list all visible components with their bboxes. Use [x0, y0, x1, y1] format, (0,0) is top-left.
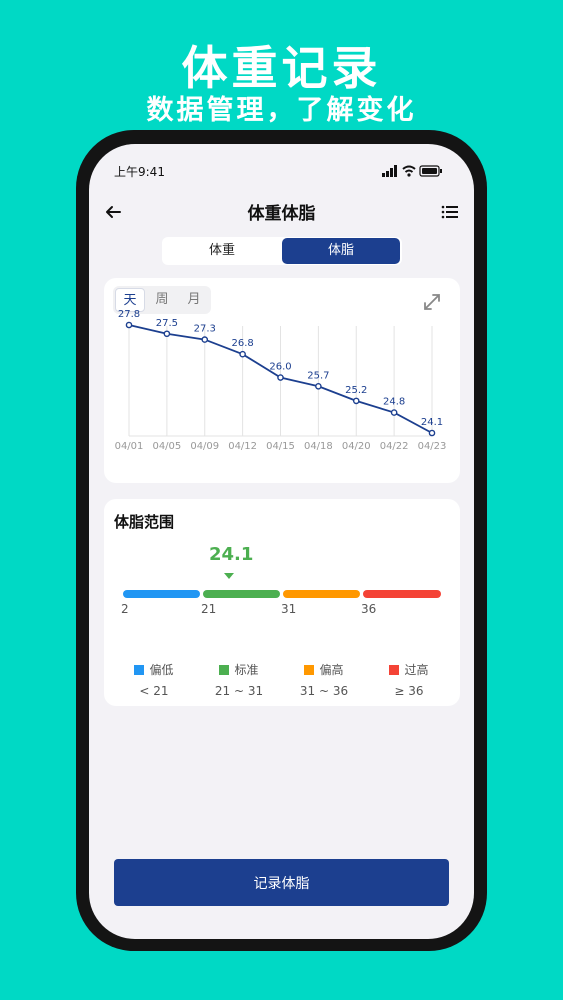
legend-swatch-icon — [304, 664, 315, 675]
legend-range: ≥ 36 — [394, 684, 424, 698]
data-point — [352, 397, 360, 405]
legend-label: 偏低 — [149, 663, 174, 677]
line-chart: 27.8 04/01 27.5 04/05 27.3 04/09 26.8 04/12 26.0… — [115, 309, 447, 452]
x-tick-label: 04/01 — [115, 441, 144, 452]
x-tick-label: 04/05 — [152, 441, 181, 452]
x-tick-label: 04/22 — [380, 441, 409, 452]
range-bar-normal — [203, 590, 280, 598]
legend-label: 偏高 — [319, 663, 344, 677]
status-time: 上午9:41 — [114, 165, 165, 179]
data-point — [428, 429, 436, 437]
legend-range: < 21 — [139, 684, 169, 698]
list-icon[interactable] — [440, 202, 460, 222]
data-point — [315, 382, 322, 390]
legend-label: 过高 — [404, 663, 429, 677]
data-label: 27.3 — [194, 324, 216, 335]
range-tick: 31 — [281, 602, 297, 616]
value-pointer-icon — [224, 573, 234, 579]
battery-icon — [419, 165, 442, 177]
data-label: 27.5 — [156, 318, 178, 329]
record-body-fat-button[interactable]: 记录体脂 — [114, 859, 449, 906]
data-label: 24.1 — [421, 417, 443, 428]
range-title: 体脂范围 — [114, 513, 175, 531]
signal-icon — [382, 165, 397, 177]
range-bar-low — [123, 590, 200, 598]
legend-low: 偏低 < 21 — [114, 661, 194, 698]
legend-swatch-icon — [134, 664, 145, 675]
legend-range: 31 ~ 36 — [299, 684, 349, 698]
data-label: 25.2 — [345, 385, 367, 396]
data-point — [277, 374, 284, 381]
legend-swatch-icon — [389, 664, 400, 675]
page-title: 体重体脂 — [247, 204, 316, 224]
data-label: 24.8 — [383, 397, 405, 408]
status-icons — [382, 162, 442, 181]
data-label: 26.8 — [231, 338, 253, 349]
data-point — [125, 321, 133, 329]
data-label: 27.8 — [118, 309, 140, 320]
data-point — [163, 330, 171, 338]
legend-over: 过高 ≥ 36 — [369, 661, 449, 698]
app-screen: 上午9:41 体重体脂 体重 体脂 天 周 月 27.8 04/01 27.5 … — [89, 144, 474, 939]
current-value: 24.1 — [209, 544, 254, 565]
x-tick-label: 04/20 — [342, 441, 371, 452]
body-fat-range-card: 体脂范围 24.1 2 21 31 36 偏低 < 21 标准 21 ~ 31 … — [104, 499, 460, 706]
wifi-icon — [402, 165, 416, 177]
range-bar-high — [283, 590, 360, 598]
legend-swatch-icon — [219, 664, 230, 675]
x-tick-label: 04/18 — [304, 441, 333, 452]
x-tick-label: 04/12 — [228, 441, 257, 452]
legend-range: 21 ~ 31 — [214, 684, 264, 698]
tab-body-fat[interactable]: 体脂 — [282, 238, 400, 264]
promo-subtitle: 数据管理，了解变化 — [146, 95, 417, 126]
x-tick-label: 04/15 — [266, 441, 295, 452]
legend-normal: 标准 21 ~ 31 — [199, 661, 279, 698]
data-point — [239, 350, 246, 358]
data-label: 25.7 — [307, 370, 329, 381]
trend-chart-card: 天 周 月 27.8 04/01 27.5 04/05 27.3 04/09 26.8 04/… — [104, 278, 460, 483]
data-label: 26.0 — [269, 362, 291, 373]
legend-label: 标准 — [234, 663, 259, 677]
status-bar: 上午9:41 — [89, 144, 474, 190]
segment-control: 体重 体脂 — [162, 237, 402, 265]
tab-weight[interactable]: 体重 — [163, 238, 281, 264]
range-tick: 2 — [121, 602, 129, 616]
data-point — [390, 409, 398, 416]
legend-high: 偏高 31 ~ 36 — [284, 661, 364, 698]
x-tick-label: 04/23 — [418, 441, 447, 452]
range-bar-over — [363, 590, 441, 598]
nav-bar: 体重体脂 — [89, 194, 474, 228]
range-tick: 21 — [201, 602, 217, 616]
data-point — [201, 336, 209, 343]
x-tick-label: 04/09 — [190, 441, 219, 452]
range-tick: 36 — [361, 602, 377, 616]
